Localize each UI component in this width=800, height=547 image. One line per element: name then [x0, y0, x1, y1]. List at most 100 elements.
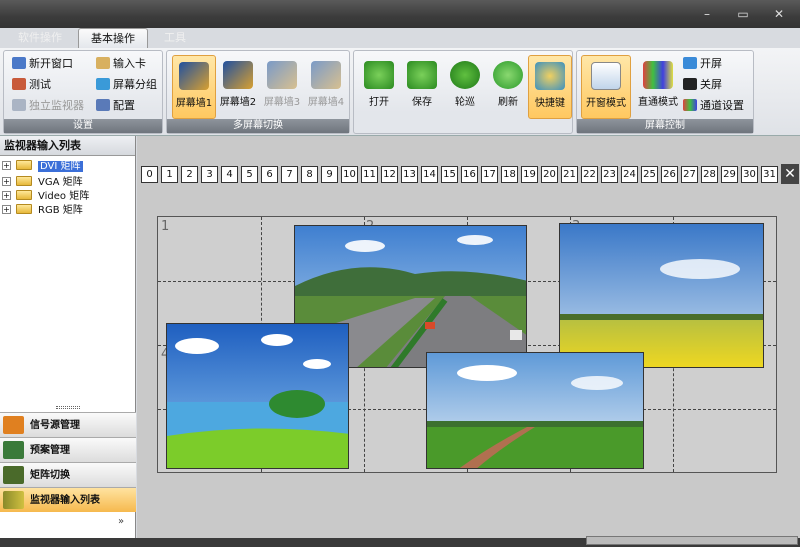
channel-button[interactable]: 6 [261, 166, 278, 183]
settings-group: 新开窗口 输入卡 测试 屏幕分组 独立监视器 配置 设置 [3, 50, 163, 134]
nav-signal-source[interactable]: 信号源管理 [0, 412, 136, 437]
wall1-button[interactable]: 屏幕墙1 [172, 55, 216, 119]
channel-button[interactable]: 1 [161, 166, 178, 183]
channel-button[interactable]: 5 [241, 166, 258, 183]
shortcut-icon [535, 62, 565, 90]
channel-button[interactable]: 3 [201, 166, 218, 183]
close-window-button[interactable]: ✕ [768, 6, 790, 22]
channel-button[interactable]: 4 [221, 166, 238, 183]
channel-button[interactable]: 21 [561, 166, 578, 183]
channel-button[interactable]: 29 [721, 166, 738, 183]
channel-button[interactable]: 9 [321, 166, 338, 183]
folder-icon [16, 190, 32, 200]
open-button[interactable]: 打开 [357, 55, 401, 119]
wall4-button[interactable]: 屏幕墙4 [304, 55, 348, 119]
channel-button[interactable]: 14 [421, 166, 438, 183]
nav-monitor-input[interactable]: 监视器输入列表 [0, 487, 136, 512]
save-button[interactable]: 保存 [400, 55, 444, 119]
restore-button[interactable]: ▭ [732, 6, 754, 22]
expand-icon[interactable]: + [2, 191, 11, 200]
wall-icon [311, 61, 341, 89]
channel-button[interactable]: 20 [541, 166, 558, 183]
expand-icon[interactable]: + [2, 177, 11, 186]
channel-button[interactable]: 31 [761, 166, 778, 183]
channel-button[interactable]: 8 [301, 166, 318, 183]
direct-mode-icon [643, 61, 673, 89]
wall-icon [267, 61, 297, 89]
wall-group: 屏幕墙1 屏幕墙2 屏幕墙3 屏幕墙4 多屏幕切换 [166, 50, 350, 134]
more-button[interactable]: » [118, 516, 124, 527]
channel-button[interactable]: 19 [521, 166, 538, 183]
channel-button[interactable]: 13 [401, 166, 418, 183]
tab-tools[interactable]: 工具 [152, 28, 198, 48]
main-area: 0 1 2 3 4 5 6 7 8 9 10 11 12 13 14 15 16 17 18 19 20 21 22 23 24… [137, 136, 800, 538]
independent-monitor-button[interactable]: 独立监视器 [12, 97, 84, 115]
wall2-button[interactable]: 屏幕墙2 [216, 55, 260, 119]
screen-off-button[interactable]: 关屏 [683, 76, 722, 94]
tree-item-rgb[interactable]: + RGB 矩阵 [2, 204, 83, 217]
channel-button[interactable]: 16 [461, 166, 478, 183]
channel-button[interactable]: 17 [481, 166, 498, 183]
tree-item-dvi[interactable]: + DVI 矩阵 [2, 160, 83, 173]
video-window-road[interactable] [426, 352, 644, 469]
test-icon [12, 78, 26, 90]
tree-item-video[interactable]: + Video 矩阵 [2, 190, 89, 203]
tab-basic[interactable]: 基本操作 [78, 28, 148, 48]
channel-button[interactable]: 18 [501, 166, 518, 183]
card-icon [96, 57, 110, 69]
wall-caption: 多屏幕切换 [167, 119, 349, 133]
direct-mode-button[interactable]: 直通模式 [633, 55, 683, 119]
config-button[interactable]: 配置 [96, 97, 135, 115]
close-icon[interactable]: ✕ [781, 164, 799, 184]
folder-icon [16, 204, 32, 214]
refresh-button[interactable]: 刷新 [486, 55, 530, 119]
nav-matrix-switch[interactable]: 矩阵切换 [0, 462, 136, 487]
channel-button[interactable]: 26 [661, 166, 678, 183]
channel-settings-button[interactable]: 通道设置 [683, 97, 744, 115]
nav-preset[interactable]: 预案管理 [0, 437, 136, 462]
video-window-field[interactable] [559, 223, 764, 368]
channel-button[interactable]: 12 [381, 166, 398, 183]
input-card-button[interactable]: 输入卡 [96, 55, 146, 73]
expand-icon[interactable]: + [2, 161, 11, 170]
channel-button[interactable]: 30 [741, 166, 758, 183]
group-icon [96, 78, 110, 90]
new-window-button[interactable]: 新开窗口 [12, 55, 73, 73]
wall3-button[interactable]: 屏幕墙3 [260, 55, 304, 119]
channel-button[interactable]: 10 [341, 166, 358, 183]
channel-button[interactable]: 28 [701, 166, 718, 183]
window-mode-button[interactable]: 开窗模式 [581, 55, 631, 119]
channel-button[interactable]: 11 [361, 166, 378, 183]
channel-button[interactable]: 22 [581, 166, 598, 183]
minimize-button[interactable]: – [696, 6, 718, 22]
channel-button[interactable]: 23 [601, 166, 618, 183]
screen-on-button[interactable]: 开屏 [683, 55, 722, 73]
wall-icon [223, 61, 253, 89]
tree-item-vga[interactable]: + VGA 矩阵 [2, 176, 83, 189]
shortcut-button[interactable]: 快捷键 [528, 55, 572, 119]
folder-icon [16, 160, 32, 170]
channel-button[interactable]: 24 [621, 166, 638, 183]
splitter-grip[interactable] [56, 406, 80, 409]
road-image [427, 353, 643, 468]
channel-button[interactable]: 7 [281, 166, 298, 183]
channel-button[interactable]: 2 [181, 166, 198, 183]
left-panel-title: 监视器输入列表 [0, 136, 135, 156]
channel-button[interactable]: 15 [441, 166, 458, 183]
horizontal-scrollbar[interactable] [586, 536, 798, 545]
monitor-icon [12, 99, 26, 111]
expand-icon[interactable]: + [2, 205, 11, 214]
test-button[interactable]: 测试 [12, 76, 51, 94]
rss-icon [3, 416, 24, 434]
video-window-lake[interactable] [166, 323, 349, 469]
ribbon: 新开窗口 输入卡 测试 屏幕分组 独立监视器 配置 设置 屏幕墙1 屏幕墙2 屏… [0, 48, 800, 136]
screen-control-group: 开窗模式 直通模式 开屏 关屏 通道设置 屏幕控制 [576, 50, 754, 134]
channel-button[interactable]: 25 [641, 166, 658, 183]
screen-wall[interactable]: 1 2 3 4 [157, 216, 777, 473]
channel-button[interactable]: 0 [141, 166, 158, 183]
tab-software[interactable]: 软件操作 [8, 28, 72, 48]
screen-group-button[interactable]: 屏幕分组 [96, 76, 157, 94]
patrol-button[interactable]: 轮巡 [443, 55, 487, 119]
wall-icon [179, 62, 209, 90]
channel-button[interactable]: 27 [681, 166, 698, 183]
